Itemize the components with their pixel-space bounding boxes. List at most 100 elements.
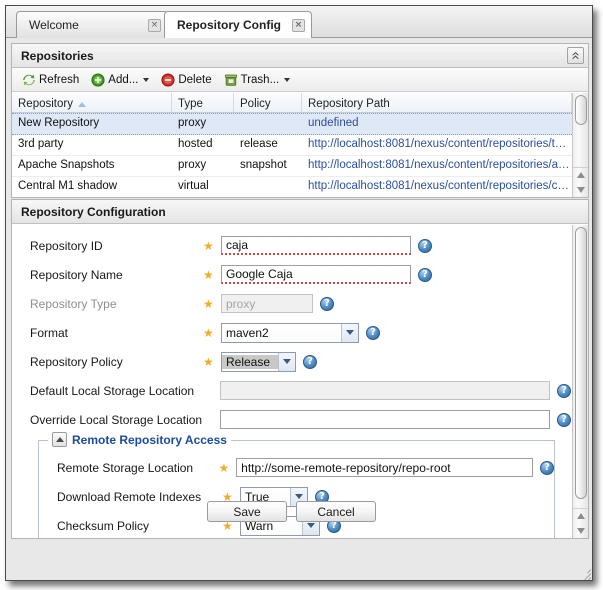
trash-menu-chevron-down-icon: [284, 78, 290, 82]
help-icon[interactable]: ?: [540, 461, 554, 475]
tab-welcome-close-icon[interactable]: ×: [148, 19, 161, 32]
grid-header-row: Repository Type Policy Repository Path: [12, 93, 572, 113]
field-row-repository-id: Repository ID ★ ?: [12, 231, 571, 260]
field-row-repository-policy: Repository Policy ★ Release ?: [12, 347, 571, 376]
table-row[interactable]: New Repository proxy undefined: [12, 113, 572, 135]
label-repository-id: Repository ID: [30, 239, 203, 253]
tab-strip: Welcome × Repository Config ×: [6, 6, 592, 38]
repositories-grid: Repository Type Policy Repository Path N…: [12, 93, 588, 197]
help-icon[interactable]: ?: [418, 268, 432, 282]
cell-path: http://localhost:8081/nexus/content/repo…: [302, 177, 572, 197]
scroll-down-icon[interactable]: [577, 528, 585, 534]
configuration-form: Repository ID ★ ? Repository Name ★ ? Re…: [12, 225, 588, 538]
grid-column-type[interactable]: Type: [172, 93, 234, 112]
cell-policy: release: [234, 135, 302, 155]
required-star-icon: ★: [203, 268, 221, 282]
cell-type: virtual: [172, 177, 234, 197]
help-icon[interactable]: ?: [557, 413, 571, 427]
double-chevron-up-icon: [570, 50, 581, 61]
field-row-remote-storage-location: Remote Storage Location ★ ?: [39, 453, 554, 482]
scroll-down-icon[interactable]: [577, 187, 585, 193]
field-row-repository-name: Repository Name ★ ?: [12, 260, 571, 289]
configuration-panel-title: Repository Configuration: [21, 205, 166, 219]
grid-column-repository[interactable]: Repository: [12, 93, 172, 112]
cell-repository: Central M1 shadow: [12, 177, 172, 197]
repositories-panel-header: Repositories: [12, 44, 588, 68]
configuration-scrollbar-thumb[interactable]: [575, 227, 587, 499]
sort-ascending-icon: [78, 102, 86, 107]
help-icon[interactable]: ?: [320, 297, 334, 311]
delete-button[interactable]: Delete: [155, 70, 217, 90]
label-repository-type: Repository Type: [30, 297, 203, 311]
remote-repository-access-fieldset: Remote Repository Access Remote Storage …: [38, 440, 555, 538]
cell-type: hosted: [172, 135, 234, 155]
scroll-up-icon[interactable]: [577, 513, 585, 519]
refresh-icon: [22, 73, 36, 87]
help-icon[interactable]: ?: [418, 239, 432, 253]
trash-icon: [224, 73, 238, 87]
grid-column-path[interactable]: Repository Path: [302, 93, 572, 112]
label-override-local-storage-location: Override Local Storage Location: [30, 413, 202, 427]
format-select-chevron-down-icon[interactable]: [341, 324, 358, 342]
scroll-up-icon[interactable]: [577, 172, 585, 178]
help-icon[interactable]: ?: [557, 384, 571, 398]
override-local-storage-location-input[interactable]: [220, 410, 550, 429]
cell-policy: [234, 177, 302, 197]
label-repository-name: Repository Name: [30, 268, 203, 282]
remote-repository-access-legend: Remote Repository Access: [48, 432, 231, 447]
required-star-icon: ★: [203, 355, 221, 369]
grid-scrollbar-thumb[interactable]: [575, 95, 587, 125]
grid-vertical-scrollbar[interactable]: [572, 93, 588, 197]
format-select[interactable]: maven2: [221, 323, 359, 343]
help-icon[interactable]: ?: [366, 326, 380, 340]
application-window: Welcome × Repository Config × Repositori…: [5, 5, 593, 581]
table-row[interactable]: Central M1 shadow virtual http://localho…: [12, 177, 572, 197]
help-icon[interactable]: ?: [303, 355, 317, 369]
field-row-default-local-storage: Default Local Storage Location ?: [12, 376, 571, 405]
trash-button[interactable]: Trash...: [218, 70, 297, 90]
required-star-icon: ★: [219, 461, 237, 475]
collapse-panel-button[interactable]: [567, 47, 584, 64]
configuration-vertical-scrollbar[interactable]: [572, 225, 588, 538]
remote-access-collapse-button[interactable]: [52, 432, 67, 447]
save-button[interactable]: Save: [207, 501, 287, 522]
cell-repository: 3rd party: [12, 135, 172, 155]
field-row-repository-type: Repository Type ★ ?: [12, 289, 571, 318]
required-star-icon: ★: [203, 326, 221, 340]
table-row[interactable]: Apache Snapshots proxy snapshot http://l…: [12, 156, 572, 177]
delete-button-label: Delete: [178, 74, 211, 86]
repository-policy-select-chevron-down-icon[interactable]: [278, 353, 295, 371]
delete-icon: [161, 73, 175, 87]
cell-policy: snapshot: [234, 156, 302, 176]
repository-type-input: [221, 294, 313, 313]
cancel-button[interactable]: Cancel: [296, 501, 376, 522]
add-button[interactable]: Add...: [85, 70, 155, 90]
cell-path: http://localhost:8081/nexus/content/repo…: [302, 156, 572, 176]
refresh-button[interactable]: Refresh: [16, 70, 85, 90]
tab-welcome-label: Welcome: [29, 18, 142, 32]
grid-scrollbar-arrows[interactable]: [573, 167, 588, 197]
tab-repository-config-close-icon[interactable]: ×: [292, 19, 305, 32]
window-resize-grip[interactable]: [577, 565, 591, 579]
grid-column-repository-label: Repository: [18, 98, 73, 110]
add-icon: [91, 73, 105, 87]
configuration-scrollbar-arrows[interactable]: [573, 508, 588, 538]
required-star-icon: ★: [203, 297, 221, 311]
cell-repository: Apache Snapshots: [12, 156, 172, 176]
remote-storage-location-input[interactable]: [236, 458, 533, 477]
repository-policy-select[interactable]: Release: [221, 352, 296, 372]
tab-welcome[interactable]: Welcome ×: [16, 11, 168, 38]
repositories-panel: Repositories Refresh: [11, 43, 589, 198]
repositories-panel-title: Repositories: [21, 49, 94, 63]
cell-type: proxy: [172, 156, 234, 176]
repository-name-input[interactable]: [221, 265, 411, 284]
repository-id-input[interactable]: [221, 236, 411, 255]
field-row-format: Format ★ maven2 ?: [12, 318, 571, 347]
table-row[interactable]: 3rd party hosted release http://localhos…: [12, 135, 572, 156]
tab-repository-config[interactable]: Repository Config ×: [164, 11, 312, 38]
add-menu-chevron-down-icon: [143, 78, 149, 82]
remote-repository-access-title: Remote Repository Access: [72, 433, 227, 447]
grid-column-policy[interactable]: Policy: [234, 93, 302, 112]
repository-configuration-panel: Repository Configuration Repository ID ★…: [11, 199, 589, 539]
cell-path: http://localhost:8081/nexus/content/repo…: [302, 135, 572, 155]
